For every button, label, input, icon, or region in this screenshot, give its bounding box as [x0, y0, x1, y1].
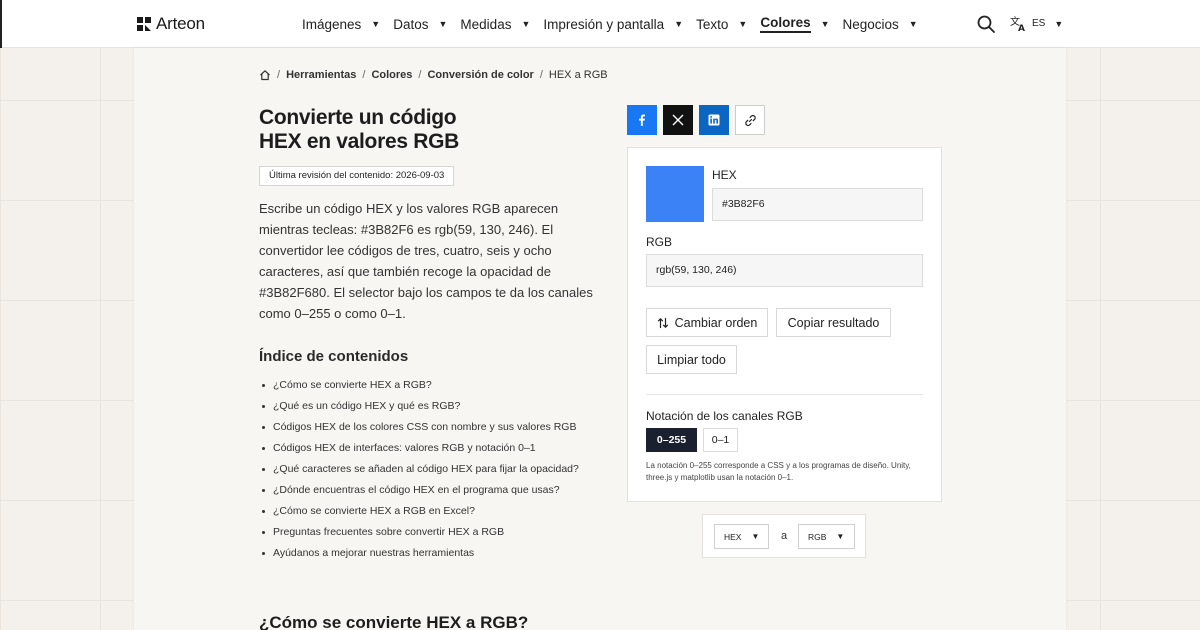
content-card: / Herramientas / Colores / Conversión de…: [134, 48, 1066, 630]
nav-label: Datos: [393, 16, 429, 32]
translate-icon: 文 A: [1010, 15, 1025, 32]
logo-icon: [137, 17, 151, 31]
section-title: ¿Cómo se convierte HEX a RGB?: [259, 613, 529, 630]
caret-down-icon: ▼: [836, 532, 845, 541]
from-format-select[interactable]: HEX ▼: [714, 524, 769, 549]
swap-order-button[interactable]: Cambiar orden: [646, 308, 768, 337]
nav-item-impresion[interactable]: Impresión y pantalla ▼: [543, 17, 683, 32]
notation-0-1-toggle[interactable]: 0–1: [703, 428, 738, 452]
caret-down-icon: ▼: [738, 19, 748, 29]
rgb-input[interactable]: rgb(59, 130, 246): [646, 254, 923, 287]
table-of-contents: ¿Cómo se convierte HEX a RGB? ¿Qué es un…: [259, 375, 579, 564]
revision-badge: Última revisión del contenido: 2026-09-0…: [259, 166, 455, 186]
nav-item-negocios[interactable]: Negocios ▼: [843, 17, 918, 32]
x-icon: [672, 114, 684, 126]
breadcrumb: / Herramientas / Colores / Conversión de…: [259, 69, 608, 81]
color-swatch[interactable]: [646, 166, 704, 222]
logo[interactable]: Arteon: [136, 14, 205, 34]
toc-item[interactable]: ¿Cómo se convierte HEX a RGB?: [259, 375, 579, 396]
swap-icon: [657, 317, 668, 328]
switcher-connector: a: [781, 530, 788, 542]
to-format-value: RGB: [808, 531, 827, 542]
caret-down-icon: ▼: [820, 19, 830, 29]
nav-item-texto[interactable]: Texto ▼: [696, 17, 747, 32]
hex-input[interactable]: #3B82F6: [712, 188, 923, 221]
language-selector[interactable]: 文 A ES ▼: [1010, 15, 1063, 32]
nav-label: Negocios: [842, 16, 899, 32]
breadcrumb-separator: /: [418, 69, 422, 81]
page-title: Convierte un código HEX en valores RGB: [259, 106, 519, 154]
hex-label: HEX: [712, 168, 737, 182]
main-nav: Imágenes ▼ Datos ▼ Medidas ▼ Impresión y pa…: [302, 0, 931, 48]
breadcrumb-separator: /: [277, 69, 281, 81]
clear-all-button[interactable]: Limpiar todo: [646, 345, 737, 374]
converter-panel: HEX #3B82F6 RGB rgb(59, 130, 246) Cambia…: [627, 147, 942, 502]
search-button[interactable]: [976, 14, 996, 34]
nav-item-datos[interactable]: Datos ▼: [393, 17, 447, 32]
share-x-button[interactable]: [663, 105, 693, 135]
breadcrumb-separator: /: [539, 69, 543, 81]
toc-item[interactable]: Códigos HEX de los colores CSS con nombr…: [259, 417, 579, 438]
nav-item-medidas[interactable]: Medidas ▼: [460, 17, 530, 32]
link-icon: [744, 114, 756, 126]
facebook-icon: [639, 114, 645, 126]
toc-item[interactable]: ¿Cómo se convierte HEX a RGB en Excel?: [259, 501, 579, 522]
breadcrumb-separator: /: [362, 69, 366, 81]
title-line-2: HEX en valores RGB: [259, 130, 460, 153]
intro-paragraph: Escribe un código HEX y los valores RGB …: [259, 201, 593, 321]
toc-item[interactable]: Preguntas frecuentes sobre convertir HEX…: [259, 522, 579, 543]
language-code: ES: [1032, 18, 1046, 29]
toc-title: Índice de contenidos: [259, 348, 409, 365]
share-facebook-button[interactable]: [627, 105, 657, 135]
notation-label: Notación de los canales RGB: [646, 409, 803, 423]
nav-item-imagenes[interactable]: Imágenes ▼: [302, 17, 380, 32]
nav-item-colores[interactable]: Colores ▼: [760, 15, 830, 33]
nav-label: Colores: [760, 15, 811, 33]
breadcrumb-colores[interactable]: Colores: [371, 69, 412, 81]
share-linkedin-button[interactable]: [699, 105, 729, 135]
swap-order-label: Cambiar orden: [674, 315, 758, 330]
breadcrumb-herramientas[interactable]: Herramientas: [286, 69, 356, 81]
to-format-select[interactable]: RGB ▼: [798, 524, 855, 549]
toc-item[interactable]: ¿Qué caracteres se añaden al código HEX …: [259, 459, 579, 480]
caret-down-icon: ▼: [438, 19, 448, 29]
linkedin-icon: [708, 114, 720, 126]
notation-0-255-toggle[interactable]: 0–255: [646, 428, 697, 452]
share-buttons: [627, 105, 765, 135]
toc-item[interactable]: Códigos HEX de interfaces: valores RGB y…: [259, 438, 579, 459]
breadcrumb-conversion[interactable]: Conversión de color: [427, 69, 533, 81]
caret-down-icon: ▼: [521, 19, 531, 29]
search-icon: [977, 15, 995, 33]
toc-item[interactable]: ¿Dónde encuentras el código HEX en el pr…: [259, 480, 579, 501]
top-header: Arteon Imágenes ▼ Datos ▼ Medidas ▼ Impresi…: [0, 0, 1200, 48]
toc-item[interactable]: Ayúdanos a mejorar nuestras herramientas: [259, 543, 579, 564]
caret-down-icon: ▼: [908, 19, 918, 29]
copy-link-button[interactable]: [735, 105, 765, 135]
toc-item[interactable]: ¿Qué es un código HEX y qué es RGB?: [259, 396, 579, 417]
rgb-label: RGB: [646, 235, 673, 249]
copy-result-button[interactable]: Copiar resultado: [776, 308, 891, 337]
home-icon[interactable]: [259, 69, 271, 81]
notation-note: La notación 0–255 corresponde a CSS y a …: [646, 461, 911, 482]
caret-down-icon: ▼: [674, 19, 684, 29]
logo-text: Arteon: [156, 14, 205, 33]
breadcrumb-current: HEX a RGB: [548, 69, 608, 81]
nav-label: Impresión y pantalla: [543, 16, 665, 32]
caret-down-icon: ▼: [1054, 18, 1064, 29]
nav-label: Medidas: [460, 16, 512, 32]
divider: [646, 394, 923, 395]
nav-label: Texto: [696, 16, 729, 32]
svg-text:A: A: [1018, 24, 1025, 32]
title-line-1: Convierte un código: [259, 106, 457, 129]
format-switcher: HEX ▼ a RGB ▼: [702, 514, 866, 558]
window-edge: [0, 0, 2, 48]
caret-down-icon: ▼: [751, 532, 760, 541]
from-format-value: HEX: [724, 531, 742, 542]
caret-down-icon: ▼: [371, 19, 381, 29]
nav-label: Imágenes: [302, 16, 362, 32]
